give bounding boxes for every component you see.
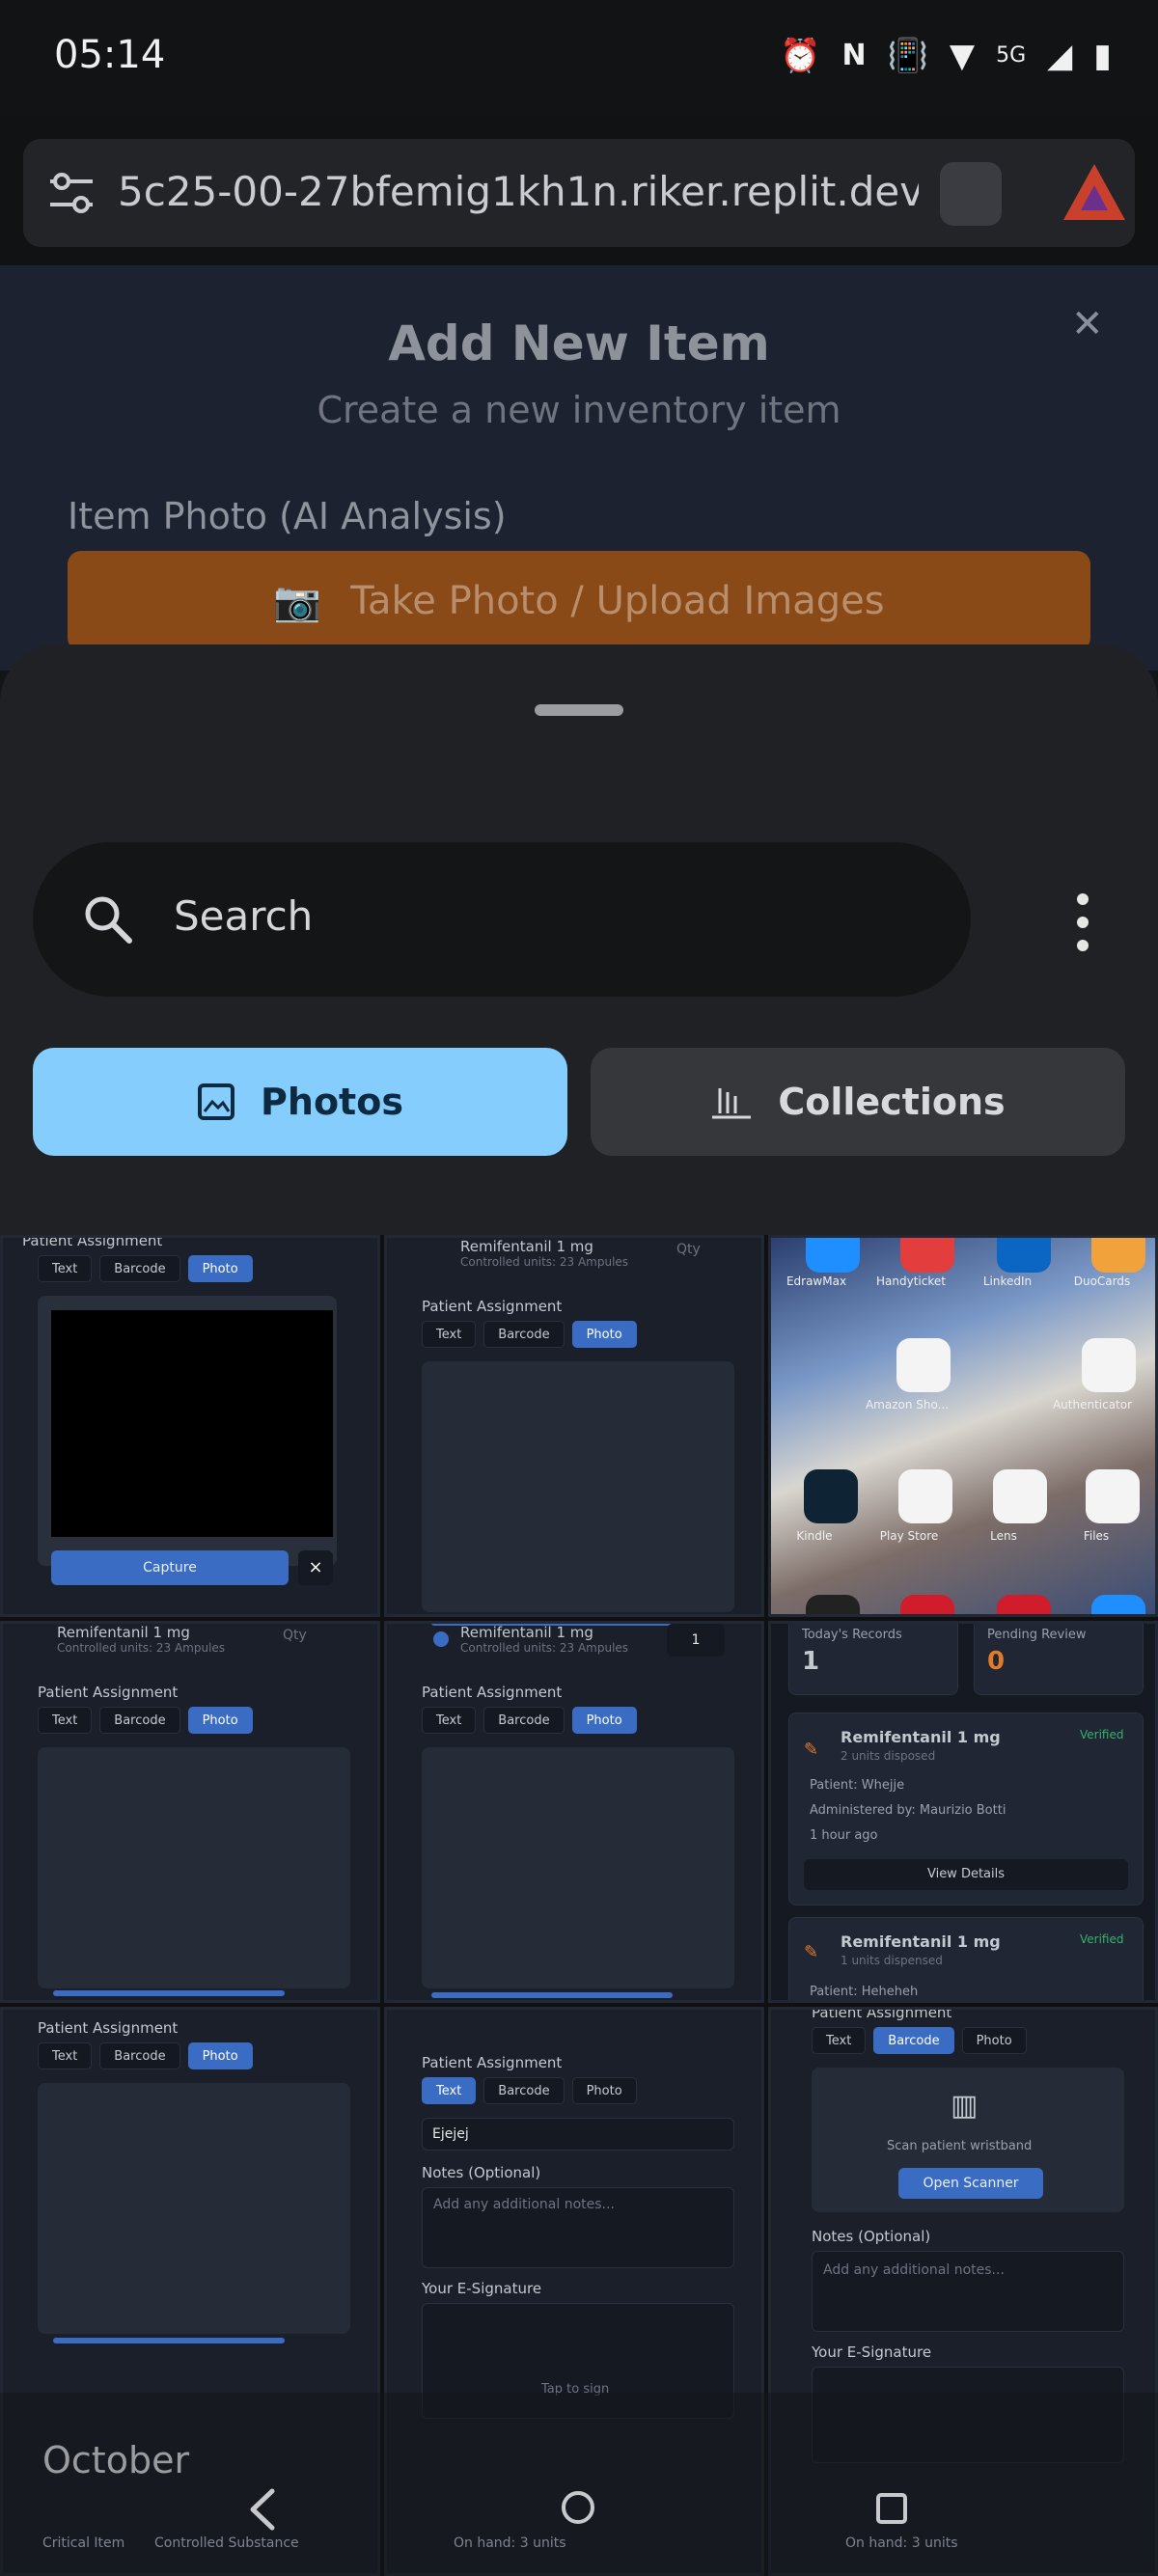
search-icon (85, 896, 132, 944)
photo-thumbnail[interactable]: Patient Assignment Text Barcode Photo Ca… (0, 1235, 380, 1617)
status-bar: 05:14 ⏰ N 📳 ▼ 5G ◢ ▮ (0, 0, 1158, 116)
vibrate-icon: 📳 (887, 37, 928, 75)
add-item-dialog: ✕ Add New Item Create a new inventory it… (0, 265, 1158, 671)
browser-toolbar: 5c25-00-27bfemig1kh1n.riker.replit.dev (0, 116, 1158, 265)
photo-thumbnail[interactable]: EdrawMax Handyticket LinkedIn DuoCards A… (768, 1235, 1158, 1617)
drag-handle[interactable] (535, 704, 623, 716)
on-hand-text: On hand: 3 units (845, 2535, 958, 2551)
tab-collections[interactable]: Collections (591, 1048, 1125, 1156)
collections-icon (712, 1088, 752, 1119)
controlled-substance-chip: Controlled Substance (154, 2535, 299, 2551)
camera-preview (51, 1310, 333, 1537)
upload-images-button[interactable]: 📷 Take Photo / Upload Images (68, 551, 1090, 651)
photo-thumbnail[interactable]: Remifentanil 1 mg Controlled units: 23 A… (384, 1235, 764, 1617)
upload-button-label: Take Photo / Upload Images (350, 579, 885, 623)
image-icon (198, 1083, 235, 1120)
recents-icon[interactable] (876, 2493, 907, 2524)
alarm-icon: ⏰ (780, 37, 821, 75)
dialog-title: Add New Item (388, 315, 770, 371)
battery-icon: ▮ (1093, 37, 1112, 75)
syringe-icon: ✎ (804, 1740, 819, 1760)
photo-thumbnail[interactable]: Today's Records 1 Pending Review 0 ✎ Rem… (768, 1621, 1158, 2003)
critical-item-chip: Critical Item (42, 2535, 125, 2551)
item-photo-label: Item Photo (AI Analysis) (68, 495, 507, 537)
photo-thumbnail[interactable]: Remifentanil 1 mg Controlled units: 23 A… (384, 1621, 764, 2003)
home-icon[interactable] (562, 2491, 594, 2524)
status-time: 05:14 (54, 33, 166, 77)
search-placeholder: Search (174, 892, 314, 940)
tab-photos-label: Photos (261, 1081, 403, 1123)
network-type-label: 5G (996, 43, 1027, 68)
patient-text-input: Ejejej (422, 2118, 734, 2151)
camera-icon: 📷 (273, 579, 322, 624)
month-header: October (42, 2439, 190, 2481)
photo-picker-sheet: Search Photos Collections Patient Assign… (0, 644, 1158, 2576)
photo-grid: Patient Assignment Text Barcode Photo Ca… (0, 1235, 1158, 2576)
dialog-subtitle: Create a new inventory item (317, 389, 841, 431)
address-bar[interactable]: 5c25-00-27bfemig1kh1n.riker.replit.dev (23, 139, 1135, 247)
url-text[interactable]: 5c25-00-27bfemig1kh1n.riker.replit.dev (118, 168, 919, 215)
tab-photos[interactable]: Photos (33, 1048, 567, 1156)
nfc-icon: N (841, 39, 867, 72)
back-icon[interactable] (243, 2487, 282, 2532)
on-hand-text: On hand: 3 units (454, 2535, 566, 2551)
wifi-icon: ▼ (949, 37, 976, 75)
barcode-icon: ▥ (951, 2089, 979, 2123)
search-bar[interactable]: Search (33, 842, 971, 997)
brave-shields-icon[interactable] (940, 162, 1002, 226)
photo-thumbnail[interactable]: Remifentanil 1 mg Controlled units: 23 A… (0, 1621, 380, 2003)
brave-rewards-icon[interactable] (1063, 164, 1125, 220)
more-options-icon[interactable] (1067, 893, 1098, 951)
tab-collections-label: Collections (778, 1081, 1006, 1123)
signal-icon: ◢ (1047, 37, 1073, 75)
site-settings-icon[interactable] (42, 164, 100, 222)
